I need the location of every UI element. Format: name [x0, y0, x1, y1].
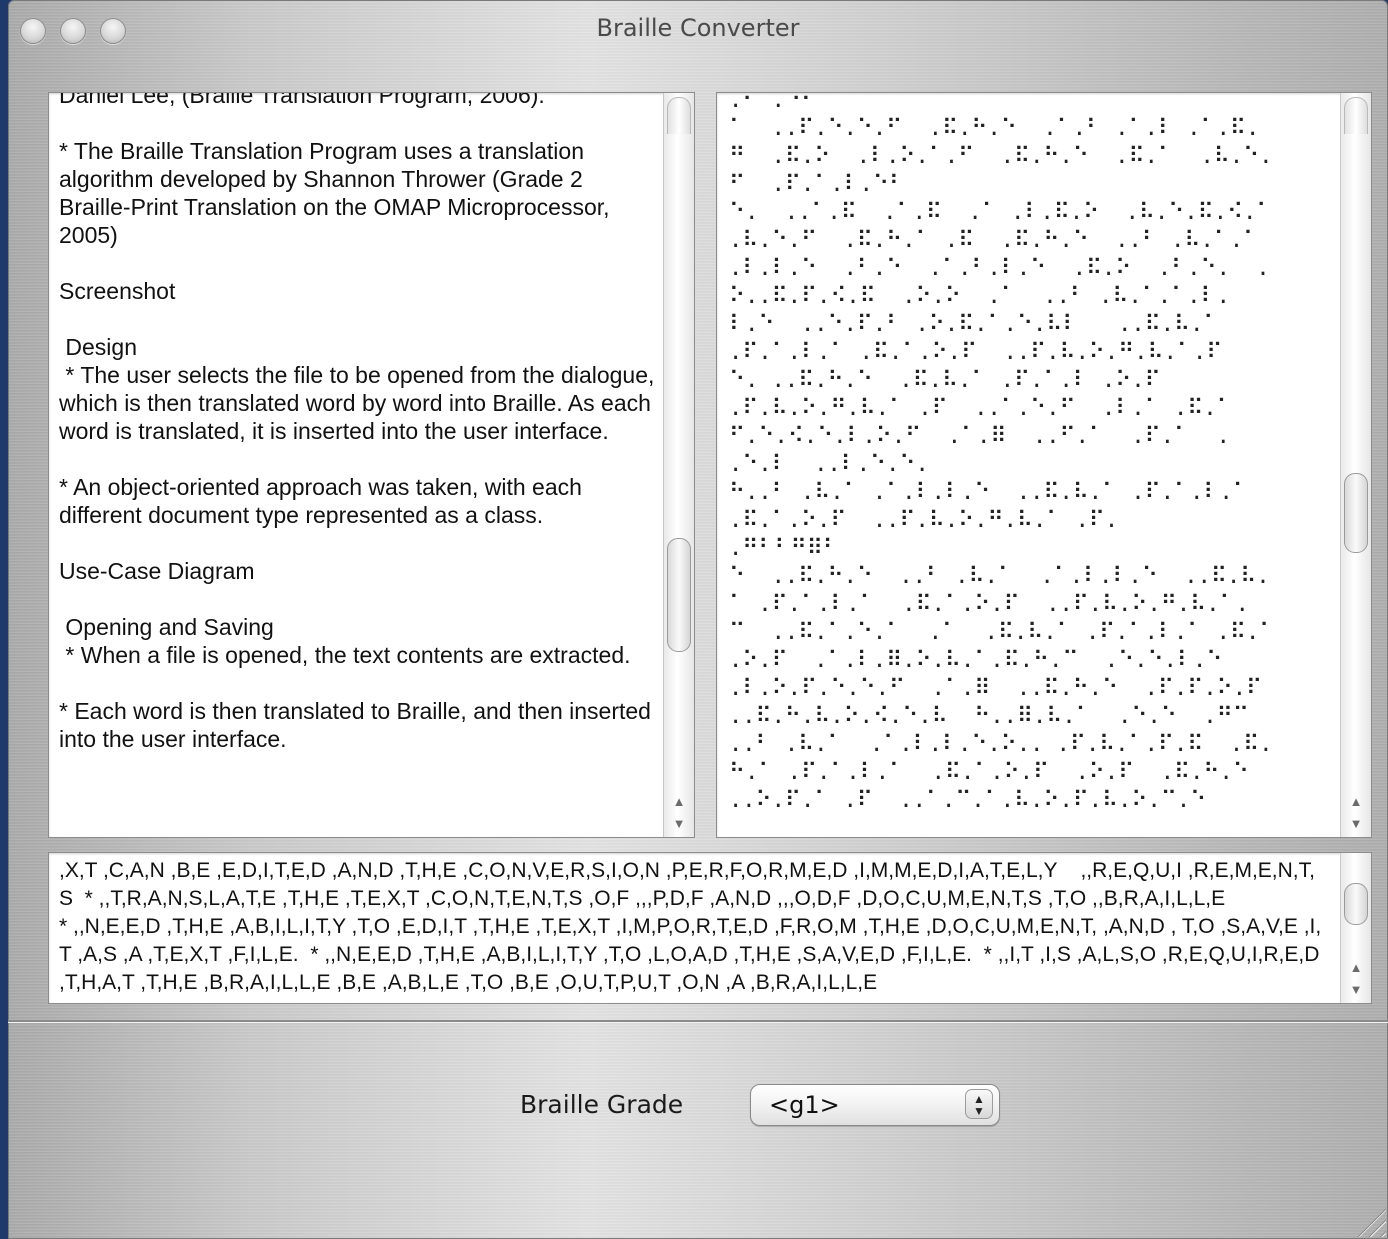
scroll-up-arrow-icon[interactable]: ▲ [664, 791, 694, 813]
window-divider [8, 1020, 1388, 1022]
source-text-scrollbar[interactable]: ▲ ▼ [663, 93, 694, 837]
ascii-braille-pane[interactable]: ,X,T ,C,A,N ,B,E ,E,D,I,T,E,D ,A,N,D ,T,… [48, 852, 1372, 1004]
source-text-pane[interactable]: Daniel Lee, (Braille Translation Program… [48, 92, 695, 838]
resize-grip-icon[interactable] [1356, 1207, 1386, 1237]
scroll-down-arrow-icon[interactable]: ▼ [664, 813, 694, 835]
ascii-braille-text[interactable]: ,X,T ,C,A,N ,B,E ,E,D,I,T,E,D ,A,N,D ,T,… [59, 857, 1327, 997]
braille-scroll-thumb[interactable] [1344, 473, 1368, 553]
scroll-up-arrow-icon[interactable]: ▲ [1341, 957, 1371, 979]
scroll-up-arrow-icon[interactable]: ▲ [1341, 791, 1371, 813]
braille-output-pane[interactable]: .⠃ .⠑⠃ ⠁ ..⠏.⠑.⠑.⠋ .⠯.⠓.⠑ .⠁.⠃ .⠁.⠇ .⠁.⠯… [716, 92, 1372, 838]
scrollbar-track-cap [667, 97, 691, 134]
ascii-scroll-thumb[interactable] [1344, 883, 1368, 925]
source-scroll-thumb[interactable] [667, 538, 691, 652]
title-bar[interactable]: Braille Converter [8, 0, 1388, 58]
window-title: Braille Converter [596, 14, 800, 42]
braille-grade-select[interactable]: <g1> ▲ ▼ [750, 1084, 1000, 1126]
scroll-down-arrow-icon[interactable]: ▼ [1341, 979, 1371, 1001]
braille-grade-label: Braille Grade [520, 1090, 684, 1119]
ascii-braille-scrollbar[interactable]: ▲ ▼ [1340, 853, 1371, 1003]
braille-grade-value: <g1> [769, 1091, 840, 1119]
braille-output-scrollbar[interactable]: ▲ ▼ [1340, 93, 1371, 837]
source-text[interactable]: Daniel Lee, (Braille Translation Program… [59, 93, 659, 753]
scrollbar-track-cap [1344, 97, 1368, 134]
braille-converter-window: Braille Converter Daniel Lee, (Braille T… [8, 0, 1388, 1239]
updown-arrows-icon: ▲ ▼ [965, 1089, 993, 1119]
braille-output-text[interactable]: .⠃ .⠑⠃ ⠁ ..⠏.⠑.⠑.⠋ .⠯.⠓.⠑ .⠁.⠃ .⠁.⠇ .⠁.⠯… [729, 93, 1329, 815]
scroll-down-arrow-icon[interactable]: ▼ [1341, 813, 1371, 835]
